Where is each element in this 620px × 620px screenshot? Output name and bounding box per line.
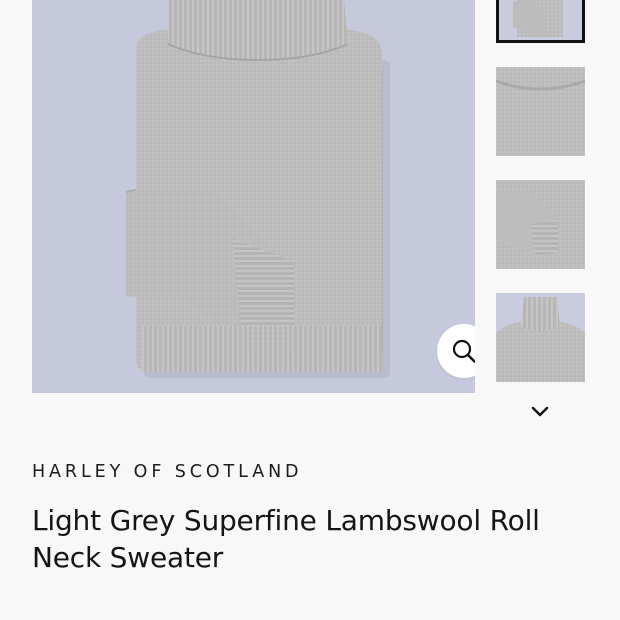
thumbnail-image bbox=[496, 293, 585, 382]
thumbnail-image bbox=[499, 0, 582, 40]
thumbnail-cuff[interactable] bbox=[496, 180, 585, 269]
sweater-illustration bbox=[125, 0, 390, 378]
chevron-down-icon bbox=[531, 406, 549, 417]
thumbnail-image bbox=[496, 180, 585, 269]
product-page: HARLEY OF SCOTLAND Light Grey Superfine … bbox=[0, 0, 620, 620]
brand-name[interactable]: HARLEY OF SCOTLAND bbox=[32, 462, 302, 482]
product-title: Light Grey Superfine Lambswool Roll Neck… bbox=[32, 504, 540, 574]
main-product-image[interactable] bbox=[32, 0, 475, 393]
magnifier-icon bbox=[452, 339, 475, 363]
thumbnails-next-button[interactable] bbox=[526, 400, 554, 424]
thumbnail-shoulder[interactable] bbox=[496, 67, 585, 156]
thumbnail-folded[interactable] bbox=[496, 0, 585, 43]
thumbnail-rollneck[interactable] bbox=[496, 293, 585, 382]
thumbnail-image bbox=[496, 67, 585, 156]
